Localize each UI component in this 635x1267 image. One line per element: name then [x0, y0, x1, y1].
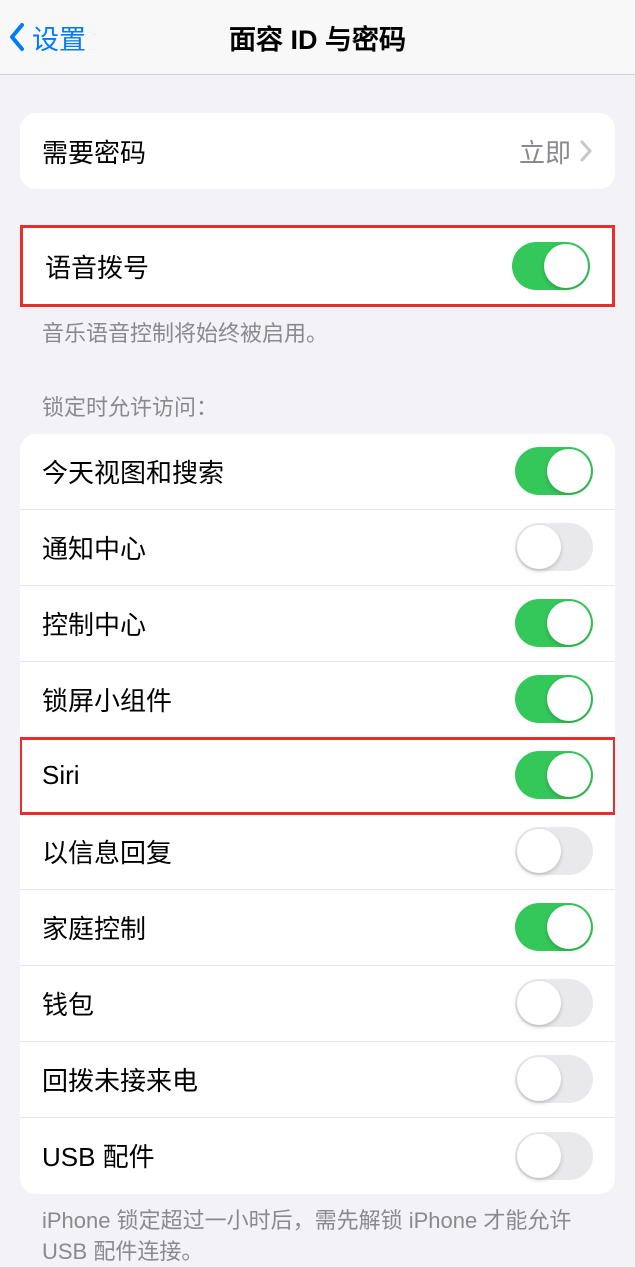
voice-dial-label: 语音拨号	[45, 248, 512, 285]
allow-access-label: 以信息回复	[42, 833, 515, 870]
allow-access-group: 今天视图和搜索通知中心控制中心锁屏小组件 Siri 以信息回复家庭控制钱包回拨未接来…	[20, 434, 615, 1194]
toggle-knob	[547, 601, 591, 645]
allow-access-row: 钱包	[20, 966, 615, 1042]
allow-access-row: 家庭控制	[20, 890, 615, 966]
allow-access-toggle[interactable]	[515, 1132, 593, 1180]
voice-dial-group: 语音拨号	[20, 225, 615, 307]
toggle-knob	[547, 905, 591, 949]
allow-access-toggle[interactable]	[515, 1055, 593, 1103]
allow-access-label: 通知中心	[42, 529, 515, 566]
allow-access-footer: iPhone 锁定超过一小时后，需先解锁 iPhone 才能允许USB 配件连接…	[20, 1194, 615, 1267]
back-label: 设置	[32, 18, 86, 57]
require-passcode-value: 立即	[519, 133, 571, 170]
allow-access-row: Siri	[20, 738, 615, 814]
allow-access-label: 回拨未接来电	[42, 1061, 515, 1098]
allow-access-toggle[interactable]	[515, 523, 593, 571]
chevron-right-icon	[579, 140, 593, 162]
allow-access-toggle[interactable]	[515, 903, 593, 951]
page-title: 面容 ID 与密码	[0, 18, 635, 57]
require-passcode-row[interactable]: 需要密码 立即	[20, 113, 615, 189]
allow-access-label: 今天视图和搜索	[42, 453, 515, 490]
allow-access-toggle[interactable]	[515, 751, 593, 799]
allow-access-row: 通知中心	[20, 510, 615, 586]
allow-access-row: 今天视图和搜索	[20, 434, 615, 510]
allow-access-header: 锁定时允许访问：	[20, 390, 615, 434]
allow-access-row: 以信息回复	[20, 814, 615, 890]
toggle-knob	[547, 753, 591, 797]
allow-access-toggle[interactable]	[515, 447, 593, 495]
allow-access-label: Siri	[42, 760, 515, 791]
toggle-knob	[547, 677, 591, 721]
back-button[interactable]: 设置	[0, 18, 86, 57]
toggle-knob	[517, 981, 561, 1025]
voice-dial-footer: 音乐语音控制将始终被启用。	[20, 307, 615, 350]
allow-access-label: 家庭控制	[42, 909, 515, 946]
voice-dial-toggle[interactable]	[512, 242, 590, 290]
toggle-knob	[517, 525, 561, 569]
allow-access-row: 锁屏小组件	[20, 662, 615, 738]
toggle-knob	[517, 1134, 561, 1178]
allow-access-row: USB 配件	[20, 1118, 615, 1194]
toggle-knob	[547, 449, 591, 493]
allow-access-row: 控制中心	[20, 586, 615, 662]
allow-access-toggle[interactable]	[515, 979, 593, 1027]
allow-access-toggle[interactable]	[515, 675, 593, 723]
toggle-knob	[517, 829, 561, 873]
allow-access-label: USB 配件	[42, 1137, 515, 1174]
allow-access-toggle[interactable]	[515, 599, 593, 647]
toggle-knob	[544, 244, 588, 288]
toggle-knob	[517, 1057, 561, 1101]
allow-access-toggle[interactable]	[515, 827, 593, 875]
require-passcode-label: 需要密码	[42, 133, 519, 170]
allow-access-label: 控制中心	[42, 605, 515, 642]
allow-access-label: 锁屏小组件	[42, 681, 515, 718]
allow-access-row: 回拨未接来电	[20, 1042, 615, 1118]
chevron-left-icon	[8, 22, 26, 52]
require-passcode-group: 需要密码 立即	[20, 113, 615, 189]
voice-dial-row: 语音拨号	[23, 228, 612, 304]
allow-access-label: 钱包	[42, 985, 515, 1022]
navigation-bar: 设置 面容 ID 与密码	[0, 0, 635, 75]
